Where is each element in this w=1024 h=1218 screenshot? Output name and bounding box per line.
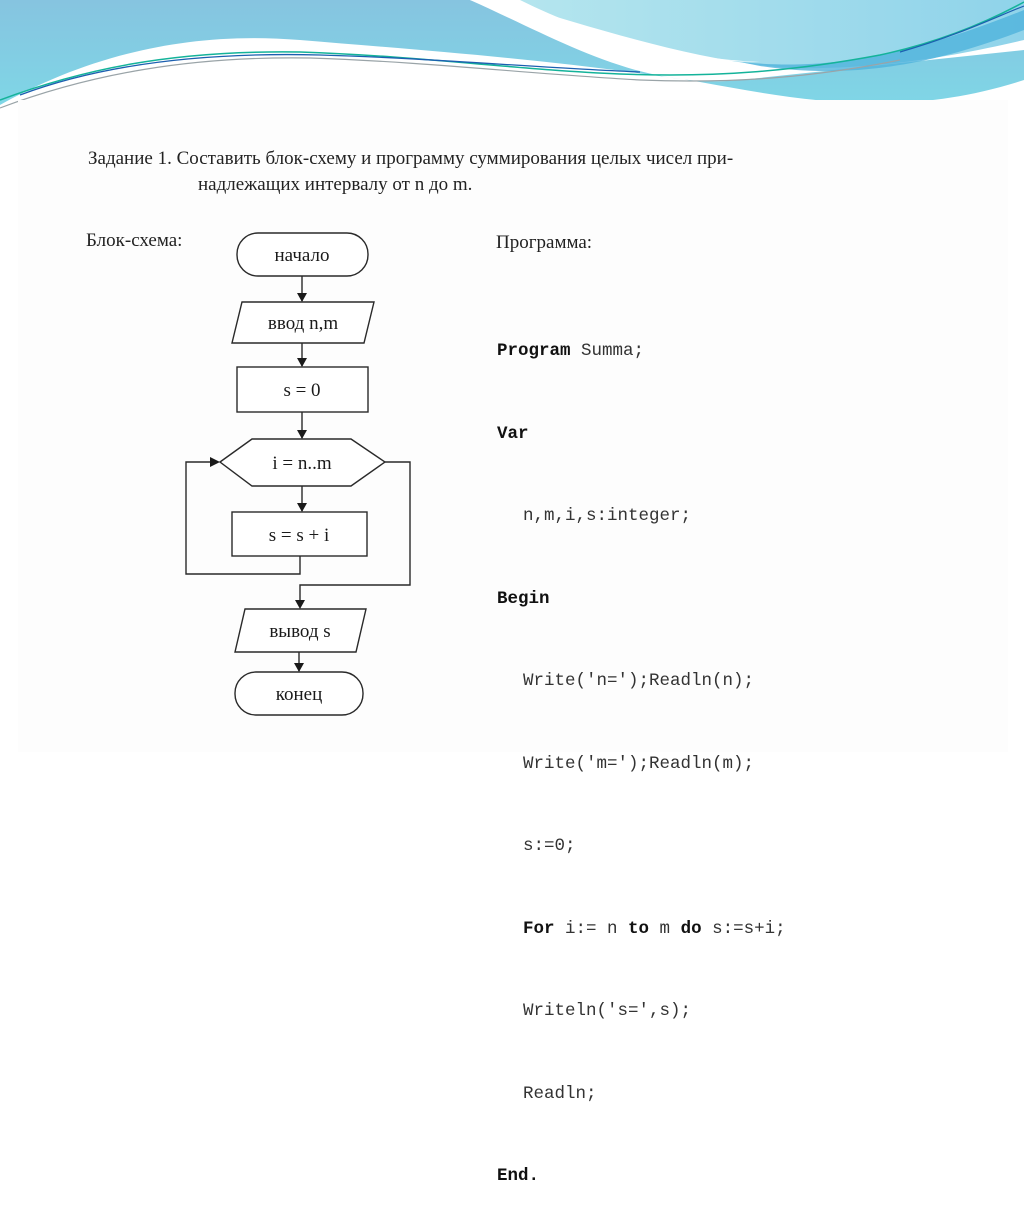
code-line: n,m,i,s:integer; (523, 506, 692, 526)
task-statement: Задание 1. Составить блок-схему и програ… (88, 146, 733, 198)
code-line: Write('n=');Readln(n); (523, 671, 755, 691)
code-line: Var (497, 423, 529, 444)
input-label: ввод n,m (268, 313, 338, 334)
body-label: s = s + i (269, 525, 330, 546)
code-line: Program Summa; (497, 341, 645, 361)
code-line: Begin (497, 588, 550, 609)
init-label: s = 0 (283, 380, 320, 401)
program-label: Программа: (496, 232, 593, 253)
output-label: вывод s (269, 621, 330, 642)
flowchart-label: Блок-схема: (86, 230, 183, 251)
code-line: Write('m=');Readln(m); (523, 753, 755, 774)
code-line: s:=0; (523, 836, 576, 856)
arrowhead-icon (210, 457, 220, 467)
code-line: Readln; (523, 1083, 597, 1104)
arrowhead-icon (297, 358, 307, 367)
arrowhead-icon (297, 430, 307, 439)
task-line-1: Задание 1. Составить блок-схему и програ… (88, 148, 734, 169)
flowchart: начало ввод n,m s = 0 i = n..m s = s + i… (185, 232, 411, 716)
arrowhead-icon (295, 600, 305, 609)
arrowhead-icon (297, 503, 307, 512)
start-label: начало (275, 245, 330, 266)
program-listing: Program Summa; Var n,m,i,s:integer; Begi… (497, 283, 786, 1218)
code-line: For i:= n to m do s:=s+i; (523, 918, 786, 939)
end-label: конец (276, 684, 323, 705)
code-line: Writeln('s=',s); (523, 1001, 692, 1021)
arrowhead-icon (294, 663, 304, 672)
loop-label: i = n..m (272, 453, 331, 474)
code-line: End. (497, 1166, 540, 1186)
arrowhead-icon (297, 293, 307, 302)
task-line-2: надлежащих интервалу от n до m. (198, 174, 473, 195)
